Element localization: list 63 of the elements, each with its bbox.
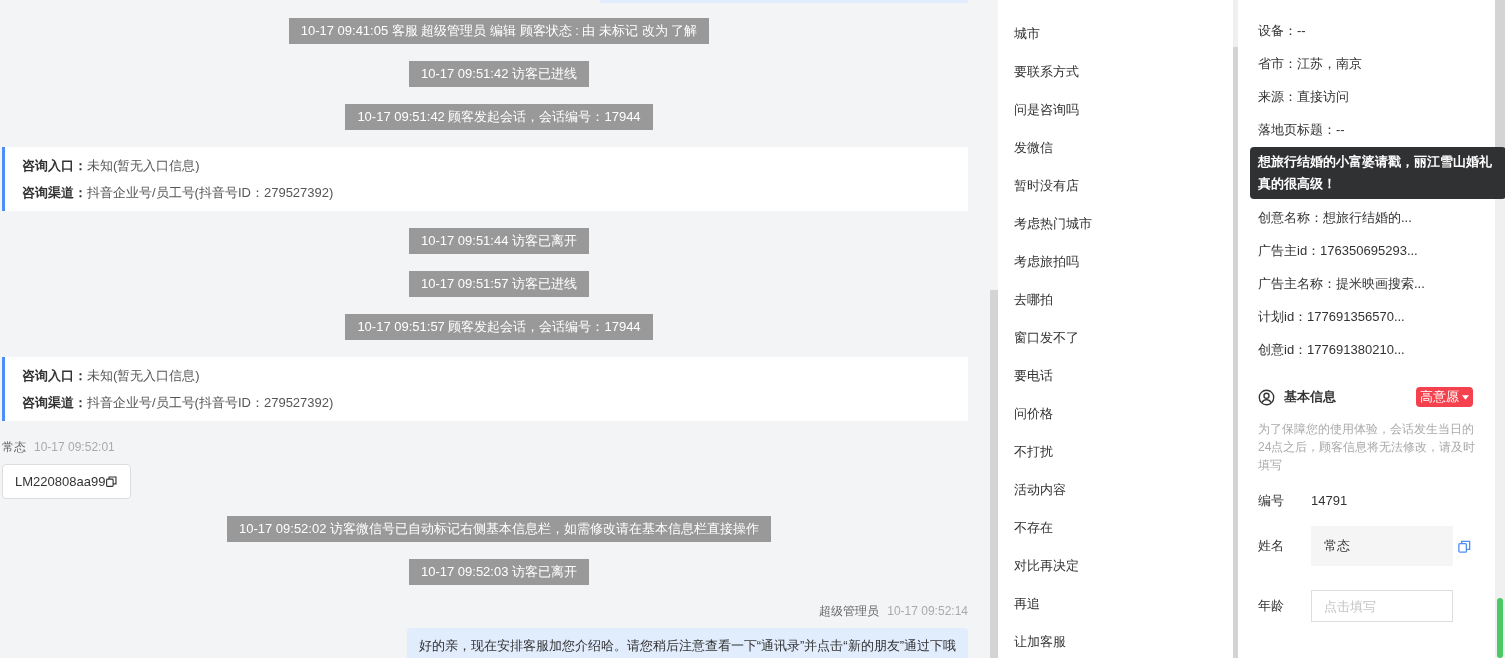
entry-value: 未知(暂无入口信息) <box>87 157 200 175</box>
message-bubble: 好的亲，现在安排客服加您介绍哈。请您稍后注意查看一下“通讯录”并点击“新的朋友”通过下哦 <box>406 628 968 658</box>
entry-label: 咨询渠道： <box>22 394 87 412</box>
caret-icon <box>1462 394 1469 400</box>
system-notice: 10-17 09:51:57 顾客发起会话，会话编号：17944 <box>345 314 653 340</box>
info-row-text: 广告主名称：提米映画搜索... <box>1258 275 1426 293</box>
quick-reply-item[interactable]: 发微信 <box>1014 137 1233 159</box>
quick-reply-item[interactable]: 去哪拍 <box>1014 289 1233 311</box>
quick-reply-item[interactable]: 活动内容 <box>1014 479 1233 501</box>
info-row-text: 来源：直接访问 <box>1258 88 1350 106</box>
scrollbar-thumb[interactable] <box>1497 598 1503 658</box>
info-row-text: 设备：-- <box>1258 22 1307 40</box>
field-label: 年龄 <box>1258 597 1285 616</box>
intent-dropdown[interactable]: 高意愿 <box>1416 387 1473 407</box>
info-row-text: 广告主id：176350695293... <box>1258 242 1419 260</box>
sender-name: 常态 <box>2 439 26 456</box>
notice-text: 为了保障您的使用体验，会话发生当日的24点之后，顾客信息将无法修改，请及时填写 <box>1258 421 1477 474</box>
tooltip: 想旅行结婚的小富婆请戳，丽江雪山婚礼真的很高级！ <box>1250 147 1505 199</box>
field-label: 编号 <box>1258 492 1285 511</box>
quick-reply-item[interactable]: 考虑旅拍吗 <box>1014 251 1233 273</box>
system-notice: 10-17 09:51:57 访客已进线 <box>408 271 590 297</box>
field-label: 姓名 <box>1258 537 1285 556</box>
info-row-text: 省市：江苏，南京 <box>1258 55 1363 73</box>
system-notice: 10-17 09:52:03 访客已离开 <box>408 559 590 585</box>
scrollbar-thumb[interactable] <box>1233 47 1238 658</box>
info-row-text: 落地页标题：-- <box>1258 121 1346 139</box>
info-row-text: 计划id：177691356570... <box>1258 308 1406 326</box>
quick-reply-item[interactable]: 考虑热门城市 <box>1014 213 1233 235</box>
quick-reply-item[interactable]: 窗口发不了 <box>1014 327 1233 349</box>
quick-reply-item[interactable]: 不打扰 <box>1014 441 1233 463</box>
entry-label: 咨询入口： <box>22 157 87 175</box>
quick-reply-item[interactable]: 城市 <box>1014 23 1233 45</box>
system-notice: 10-17 09:52:02 访客微信号已自动标记右侧基本信息栏，如需修改请在基本信息栏直接操作 <box>226 516 772 542</box>
quick-reply-item[interactable]: 要联系方式 <box>1014 61 1233 83</box>
system-notice: 10-17 09:51:42 顾客发起会话，会话编号：17944 <box>345 104 653 130</box>
quick-reply-item[interactable]: 问价格 <box>1014 403 1233 425</box>
quick-reply-item[interactable]: 问是咨询吗 <box>1014 99 1233 121</box>
message-time: 10-17 09:52:01 <box>34 439 115 456</box>
scrollbar-thumb[interactable] <box>990 290 998 658</box>
name-field[interactable]: 常态 <box>1311 526 1453 566</box>
entry-label: 咨询渠道： <box>22 184 87 202</box>
quick-reply-item[interactable]: 不存在 <box>1014 517 1233 539</box>
user-circle-icon <box>1258 388 1275 406</box>
message-time: 10-17 09:52:14 <box>887 603 968 620</box>
info-row-text: 创意id：177691380210... <box>1258 341 1406 359</box>
system-notice: 10-17 09:51:44 访客已离开 <box>408 228 590 254</box>
entry-value: 抖音企业号/员工号(抖音号ID：279527392) <box>87 184 334 202</box>
quick-reply-item[interactable]: 对比再决定 <box>1014 555 1233 577</box>
system-notice: 10-17 09:51:42 访客已进线 <box>408 61 590 87</box>
copy-icon[interactable] <box>105 475 119 488</box>
info-row-text: 创意名称：想旅行结婚的... <box>1258 209 1413 227</box>
sender-name: 超级管理员 <box>819 603 880 620</box>
entry-value: 抖音企业号/员工号(抖音号ID：279527392) <box>87 394 334 412</box>
quick-reply-item[interactable]: 让加客服 <box>1014 631 1233 653</box>
quick-reply-item[interactable]: 再追 <box>1014 593 1233 615</box>
message-text: LM220808aa99 <box>15 472 106 491</box>
entry-label: 咨询入口： <box>22 367 87 385</box>
section-title: 基本信息 <box>1284 388 1336 407</box>
field-value: 14791 <box>1311 492 1348 511</box>
quick-reply-item[interactable]: 暂时没有店 <box>1014 175 1233 197</box>
entry-value: 未知(暂无入口信息) <box>87 367 200 385</box>
quick-reply-item[interactable]: 要电话 <box>1014 365 1233 387</box>
system-notice: 10-17 09:41:05 客服 超级管理员 编辑 顾客状态 : 由 未标记 改为 了解 <box>288 18 710 44</box>
